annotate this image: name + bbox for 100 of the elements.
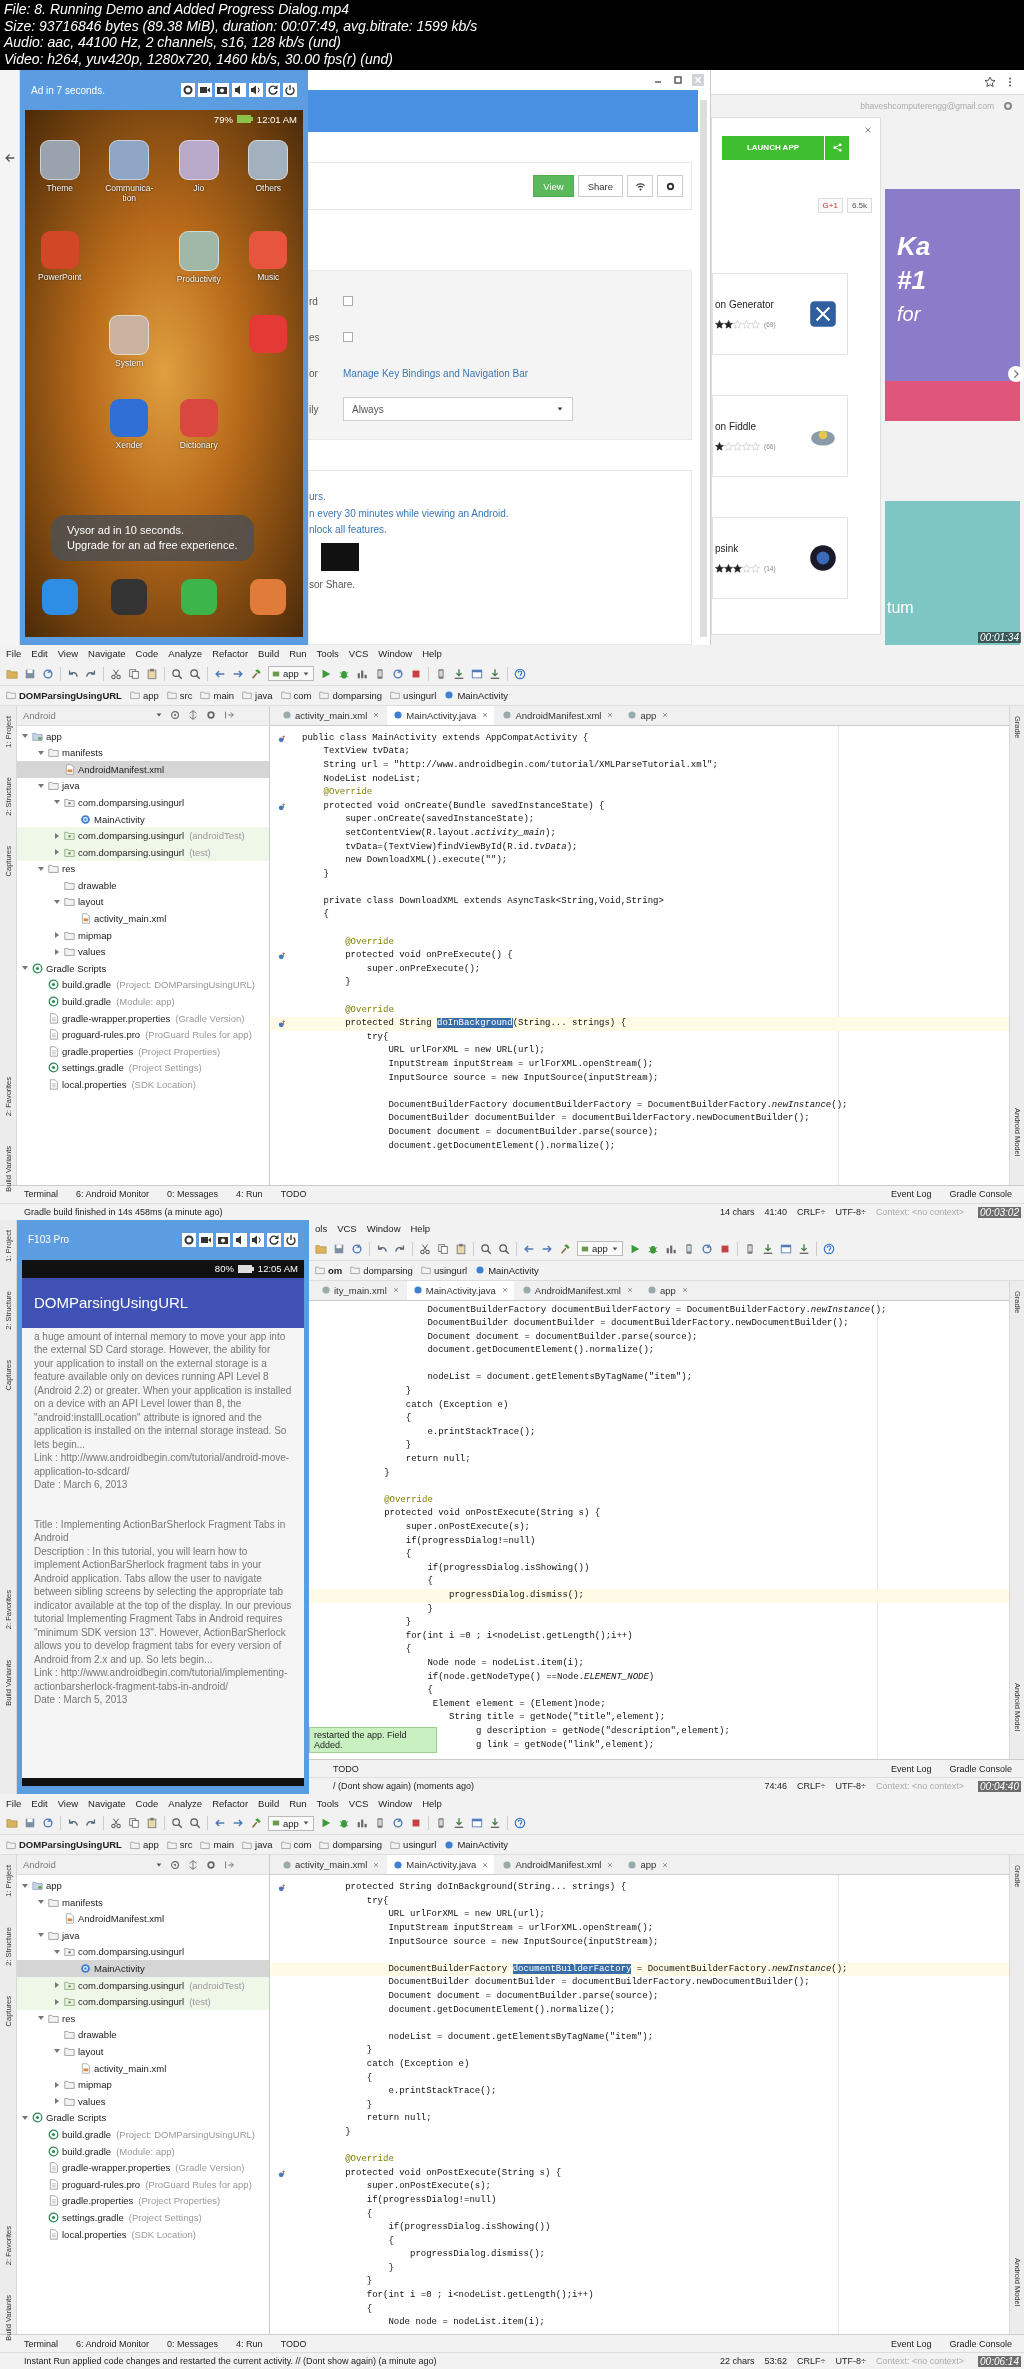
breadcrumb[interactable]: usingurl	[390, 1839, 437, 1851]
tree-item[interactable]: AndroidManifest.xml	[17, 1910, 269, 1928]
sync-icon[interactable]	[351, 1242, 363, 1255]
tree-item[interactable]: java	[17, 1927, 269, 1944]
menu-item[interactable]: Refactor	[212, 1797, 249, 1809]
vol-up-icon[interactable]	[250, 1232, 264, 1247]
close-icon[interactable]	[482, 712, 489, 719]
tree-item[interactable]: layout	[17, 893, 269, 911]
scissors-icon[interactable]	[110, 667, 122, 680]
download-icon[interactable]	[488, 667, 501, 680]
menu-item[interactable]: Window	[378, 1797, 413, 1809]
clipboard-icon[interactable]	[455, 1242, 467, 1255]
vol-down-icon[interactable]	[232, 83, 246, 97]
override-marker-icon[interactable]	[278, 734, 286, 743]
save-icon[interactable]	[333, 1242, 345, 1255]
search-icon[interactable]	[189, 667, 201, 680]
caret-icon[interactable]	[53, 2097, 61, 2106]
tree-item[interactable]: gradle.properties (Project Properties)	[17, 2192, 269, 2210]
tool-window-tab[interactable]: 6: Android Monitor	[76, 2338, 150, 2349]
breadcrumb[interactable]: usingurl	[390, 689, 437, 701]
sync-icon[interactable]	[42, 1817, 54, 1830]
settings-icon[interactable]	[181, 83, 195, 97]
tree-item[interactable]: res	[17, 2010, 269, 2027]
tree-item[interactable]: proguard-rules.pro (ProGuard Rules for app)	[17, 1026, 269, 1044]
breadcrumb[interactable]: MainActivity	[475, 1264, 539, 1276]
copy-icon[interactable]	[437, 1242, 449, 1255]
app-folder-icon[interactable]	[178, 231, 219, 271]
tree-item[interactable]: Gradle Scripts	[17, 960, 269, 977]
vol-down-icon[interactable]	[233, 1232, 247, 1247]
collapse-icon[interactable]	[187, 709, 199, 722]
breadcrumb[interactable]: app	[129, 689, 159, 701]
settings-button[interactable]	[657, 175, 683, 197]
menu-item[interactable]: VCS	[348, 1797, 369, 1809]
caret-icon[interactable]	[53, 1947, 61, 1956]
tree-item[interactable]: layout	[17, 2043, 269, 2060]
tree-item[interactable]: com.domparsing.usingurl	[17, 794, 269, 811]
tree-item[interactable]: gradle-wrapper.properties (Gradle Version)	[17, 2159, 269, 2176]
tree-item[interactable]: values	[17, 2092, 269, 2110]
video-icon[interactable]	[198, 83, 212, 97]
tool-window-tab[interactable]: TODO	[280, 1189, 307, 1199]
close-icon[interactable]	[373, 712, 380, 719]
close-icon[interactable]	[482, 1861, 489, 1868]
tree-item[interactable]: gradle.properties (Project Properties)	[17, 1043, 269, 1060]
close-icon[interactable]	[681, 1287, 688, 1293]
caret-icon[interactable]	[53, 931, 61, 940]
menu-item[interactable]: View	[57, 1797, 79, 1809]
tree-item[interactable]: com.domparsing.usingurl	[17, 1943, 269, 1961]
override-marker-icon[interactable]	[278, 802, 286, 811]
help-icon[interactable]	[513, 1817, 526, 1830]
clipboard-icon[interactable]	[146, 667, 158, 680]
run-config-dropdown[interactable]: app	[577, 1241, 623, 1256]
download-icon[interactable]	[761, 1242, 774, 1255]
tree-item[interactable]: activity_main.xml	[17, 2059, 269, 2077]
scissors-icon[interactable]	[419, 1242, 431, 1255]
editor-tab[interactable]: MainActivity.java	[387, 1855, 495, 1875]
tree-item[interactable]: drawable	[17, 2026, 269, 2044]
override-marker-icon[interactable]	[278, 1884, 286, 1893]
tree-item[interactable]: manifests	[17, 1893, 269, 1911]
breadcrumb[interactable]: src	[166, 689, 193, 701]
tool-window-tab[interactable]: Terminal	[24, 1189, 58, 1199]
sync-icon[interactable]	[391, 667, 404, 680]
breadcrumb[interactable]: usingurl	[420, 1264, 468, 1276]
tree-item[interactable]: proguard-rules.pro (ProGuard Rules for app)	[17, 2175, 269, 2193]
app-folder-icon[interactable]	[248, 140, 289, 180]
menu-item[interactable]: VCS	[348, 648, 369, 660]
breadcrumb[interactable]: domparsing	[319, 689, 383, 701]
app-folder-icon[interactable]	[39, 140, 80, 180]
sync-icon[interactable]	[42, 667, 54, 680]
menu-item[interactable]: File	[6, 648, 22, 660]
breadcrumb[interactable]: app	[129, 1839, 159, 1851]
breadcrumb[interactable]: main	[200, 689, 235, 701]
close-icon[interactable]	[501, 1287, 508, 1293]
editor-tab[interactable]: ity_main.xml	[315, 1280, 405, 1300]
search-icon[interactable]	[171, 667, 183, 680]
menu-item[interactable]: ols	[315, 1223, 328, 1234]
camera-icon[interactable]	[215, 83, 229, 97]
download-icon[interactable]	[452, 1817, 465, 1830]
menu-item[interactable]: Code	[135, 648, 159, 660]
run-config-dropdown[interactable]: app	[268, 1815, 314, 1831]
tree-item[interactable]: app	[17, 727, 269, 745]
caret-icon[interactable]	[53, 1997, 61, 2006]
clipboard-icon[interactable]	[146, 1817, 158, 1830]
menu-item[interactable]: Analyze	[168, 648, 203, 660]
tree-item[interactable]: mipmap	[17, 2076, 269, 2093]
settings-icon[interactable]	[182, 1232, 196, 1247]
tool-window-tab[interactable]: Gradle Console	[949, 1763, 1012, 1774]
tool-window-tab[interactable]: 4: Run	[236, 1189, 263, 1199]
tree-item[interactable]: AndroidManifest.xml	[17, 760, 269, 778]
power-icon[interactable]	[283, 83, 297, 97]
tree-item[interactable]: app	[17, 1877, 269, 1894]
editor-tab[interactable]: AndroidManifest.xml	[515, 1280, 639, 1300]
breadcrumb[interactable]: MainActivity	[444, 1839, 509, 1851]
bars-icon[interactable]	[355, 1817, 368, 1830]
breadcrumb[interactable]: main	[200, 1839, 235, 1851]
editor-tab[interactable]: app	[640, 1280, 694, 1300]
search-icon[interactable]	[171, 1817, 183, 1830]
search-icon[interactable]	[189, 1817, 201, 1830]
hammer-icon[interactable]	[250, 1817, 262, 1830]
tree-item[interactable]: settings.gradle (Project Settings)	[17, 1059, 269, 1077]
app-folder-icon[interactable]	[109, 140, 150, 180]
